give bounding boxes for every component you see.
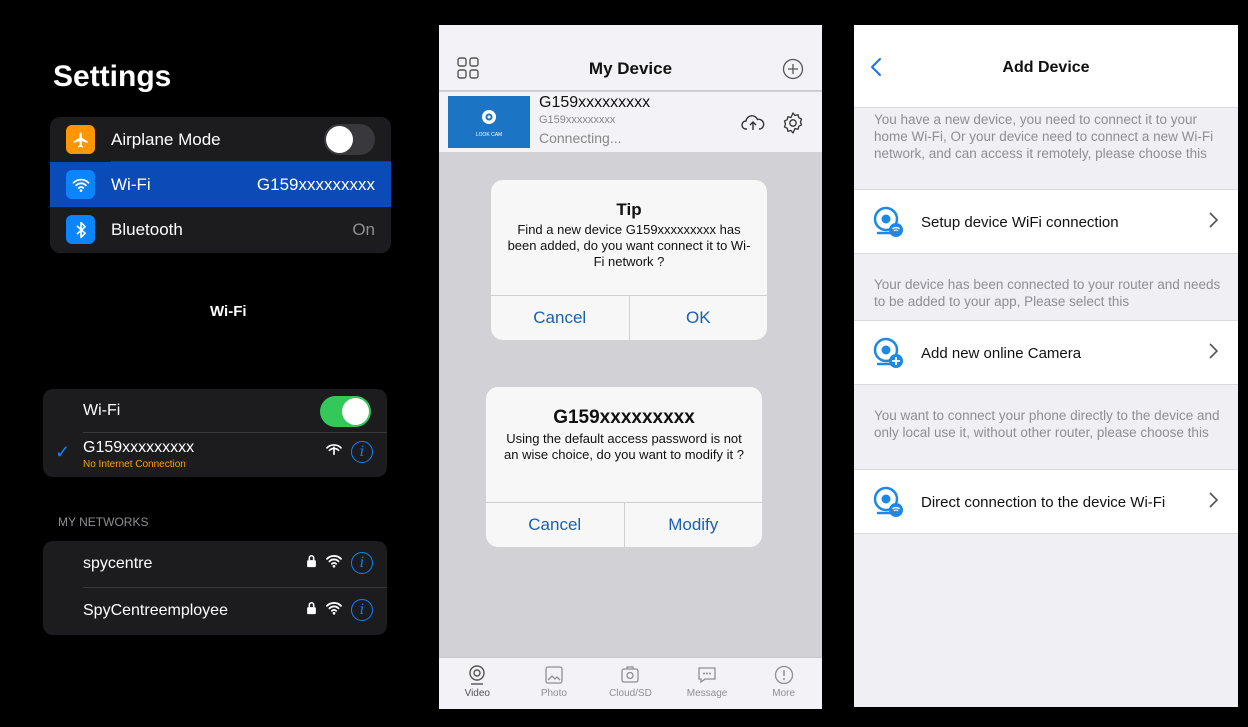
airplane-icon — [66, 125, 95, 154]
cancel-button[interactable]: Cancel — [491, 296, 629, 340]
settings-row-airplane-mode[interactable]: Airplane Mode — [50, 117, 391, 162]
settings-row-wifi[interactable]: Wi-Fi G159xxxxxxxxx — [50, 162, 391, 207]
section-description: You have a new device, you need to conne… — [874, 112, 1214, 161]
nav-bar: My Device — [439, 25, 822, 91]
device-name: G159xxxxxxxxx — [539, 94, 651, 111]
tab-more[interactable]: More — [745, 658, 822, 709]
device-id: G159xxxxxxxxx — [539, 114, 616, 126]
wifi-toggle-row[interactable]: Wi-Fi — [43, 389, 387, 433]
page-title: Settings — [53, 60, 172, 93]
device-card[interactable]: LOOK CAM G159xxxxxxxxx G159xxxxxxxxx Con… — [439, 92, 822, 152]
section-description: You want to connect your phone directly … — [874, 408, 1220, 440]
more-icon — [773, 664, 795, 688]
page-title: Add Device — [1002, 59, 1090, 76]
chevron-right-icon — [1209, 343, 1219, 364]
cloud-sd-icon — [619, 664, 641, 688]
airplane-mode-toggle[interactable] — [324, 124, 375, 155]
password-dialog: G159xxxxxxxxx Using the default access p… — [486, 387, 762, 547]
camera-wifi-icon — [872, 206, 904, 243]
lock-icon — [306, 601, 317, 620]
my-networks-label: MY NETWORKS — [58, 515, 149, 529]
cancel-button[interactable]: Cancel — [486, 503, 624, 547]
connected-network-name: G159xxxxxxxxx — [83, 439, 195, 456]
add-device-screen: Add Device You have a new device, you ne… — [854, 25, 1238, 707]
wifi-group: Wi-Fi ✓ G159xxxxxxxxx No Internet Connec… — [43, 389, 387, 477]
add-online-camera-option[interactable]: Add new online Camera — [854, 320, 1238, 385]
tab-video[interactable]: Video — [439, 658, 516, 709]
camera-add-icon — [872, 337, 904, 374]
gear-icon[interactable] — [781, 111, 805, 140]
device-thumbnail[interactable]: LOOK CAM — [448, 96, 530, 148]
tab-message[interactable]: Message — [669, 658, 746, 709]
network-name: SpyCentreemployee — [83, 602, 228, 619]
settings-group-connectivity: Airplane Mode Wi-Fi G159xxxxxxxxx Blueto… — [50, 117, 391, 253]
info-icon[interactable]: i — [351, 599, 373, 621]
dialog-message: Find a new device G159xxxxxxxxx has been… — [507, 222, 751, 269]
wifi-toggle-label: Wi-Fi — [83, 402, 121, 419]
tab-label: Video — [464, 688, 490, 699]
tip-dialog: Tip Find a new device G159xxxxxxxxx has … — [491, 180, 767, 340]
tab-label: More — [772, 688, 796, 699]
tab-label: Message — [686, 688, 728, 699]
info-icon[interactable]: i — [351, 441, 373, 463]
cloud-upload-icon[interactable] — [741, 114, 765, 137]
checkmark-icon: ✓ — [55, 442, 71, 462]
option-label: Direct connection to the device Wi-Fi — [921, 494, 1166, 511]
device-status: Connecting... — [539, 130, 622, 146]
settings-row-bluetooth[interactable]: Bluetooth On — [50, 207, 391, 252]
wifi-signal-icon — [325, 601, 343, 620]
network-row-spycentreemployee[interactable]: SpyCentreemployee i — [43, 588, 387, 635]
message-icon — [696, 664, 718, 688]
my-device-screen: My Device LOOK CAM G159xxxxxxxxx G159xxx… — [439, 25, 822, 709]
nav-bar: Add Device — [854, 25, 1238, 108]
option-label: Add new online Camera — [921, 345, 1082, 362]
chevron-right-icon — [1209, 492, 1219, 513]
lock-icon — [306, 554, 317, 573]
wifi-no-internet-icon — [325, 443, 343, 462]
bluetooth-icon — [66, 215, 95, 244]
tab-photo[interactable]: Photo — [516, 658, 593, 709]
video-icon — [466, 664, 488, 688]
dialog-message: Using the default access password is not… — [504, 431, 744, 462]
connected-network-row[interactable]: ✓ G159xxxxxxxxx No Internet Connection i — [43, 433, 387, 477]
bluetooth-value: On — [352, 219, 375, 239]
connected-network-status: No Internet Connection — [83, 459, 186, 470]
wifi-value: G159xxxxxxxxx — [256, 174, 375, 194]
direct-connection-option[interactable]: Direct connection to the device Wi-Fi — [854, 469, 1238, 534]
wifi-icon — [66, 170, 95, 199]
bluetooth-label: Bluetooth — [111, 219, 183, 239]
chevron-right-icon — [1209, 212, 1219, 233]
tab-bar: Video Photo Cloud/SD Message More — [439, 657, 822, 709]
modify-button[interactable]: Modify — [623, 503, 763, 547]
tab-label: Cloud/SD — [609, 688, 652, 699]
wifi-toggle[interactable] — [320, 395, 371, 427]
page-title: My Device — [588, 59, 673, 78]
network-row-spycentre[interactable]: spycentre i — [43, 541, 387, 588]
ok-button[interactable]: OK — [628, 296, 768, 340]
camera-wifi-icon — [872, 486, 904, 523]
photo-icon — [543, 664, 565, 688]
thumbnail-text: LOOK CAM — [476, 132, 502, 138]
add-device-icon[interactable] — [782, 58, 804, 85]
settings-panel: Settings Airplane Mode Wi-Fi G159xxxxxxx… — [0, 0, 430, 727]
my-networks-group: spycentre i SpyCentreemployee i — [43, 541, 387, 635]
option-label: Setup device WiFi connection — [921, 214, 1119, 231]
airplane-mode-label: Airplane Mode — [111, 129, 221, 149]
network-name: spycentre — [83, 555, 153, 572]
wifi-section-heading: Wi-Fi — [210, 303, 247, 320]
setup-wifi-option[interactable]: Setup device WiFi connection — [854, 189, 1238, 254]
tab-cloud-sd[interactable]: Cloud/SD — [592, 658, 669, 709]
section-description: Your device has been connected to your r… — [874, 277, 1221, 309]
wifi-signal-icon — [325, 554, 343, 573]
dialog-title: G159xxxxxxxxx — [553, 407, 695, 428]
dialog-title: Tip — [616, 200, 642, 219]
info-icon[interactable]: i — [351, 552, 373, 574]
wifi-label: Wi-Fi — [111, 174, 151, 194]
tab-label: Photo — [540, 688, 567, 699]
